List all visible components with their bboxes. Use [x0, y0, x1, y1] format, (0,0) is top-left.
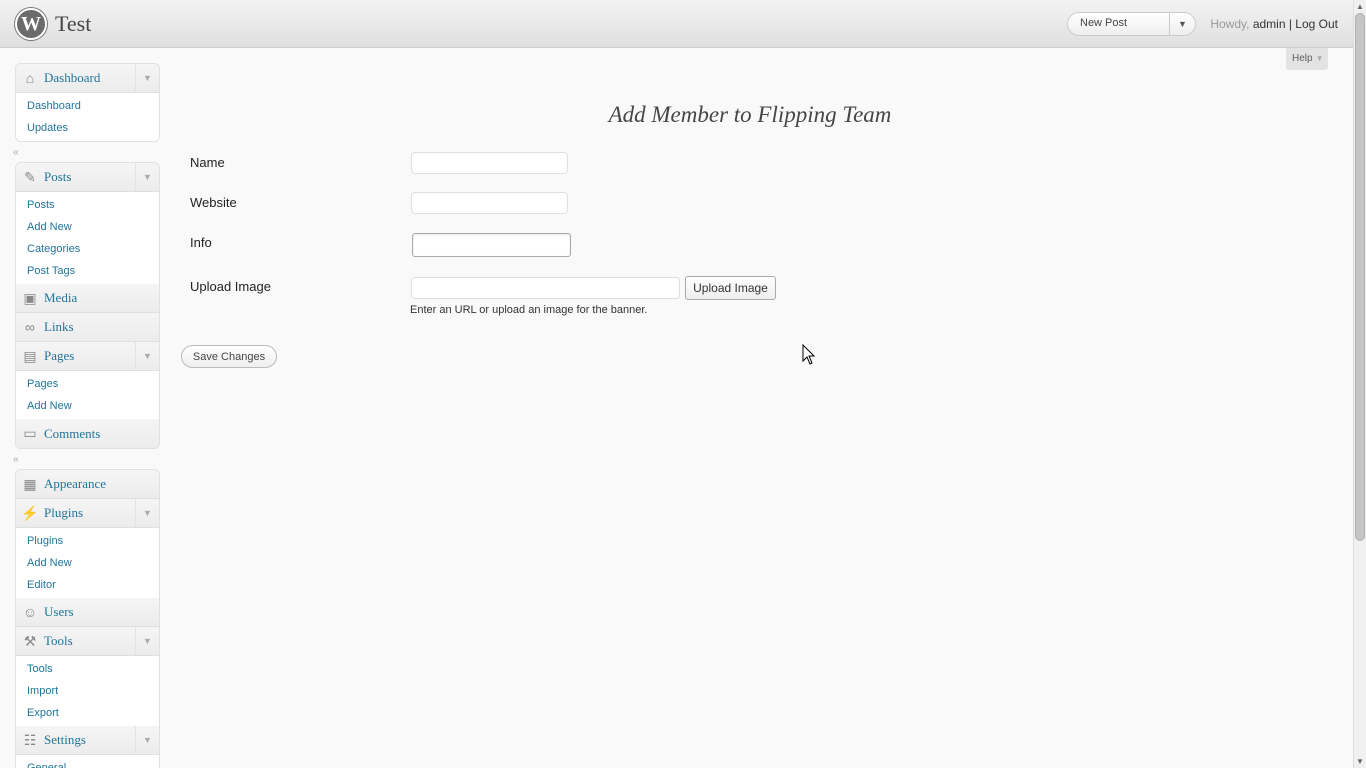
menu-toggle-icon[interactable]: ▼: [135, 163, 159, 191]
upload-image-button[interactable]: Upload Image: [685, 276, 776, 300]
submenu-item-dashboard[interactable]: Dashboard: [16, 95, 159, 117]
new-post-link[interactable]: New Post: [1080, 17, 1127, 29]
submenu-item-posts[interactable]: Posts: [16, 194, 159, 216]
submenu-plugins: Plugins Add New Editor: [16, 528, 159, 598]
submenu-item-tools[interactable]: Tools: [16, 658, 159, 680]
submenu-item-editor[interactable]: Editor: [16, 574, 159, 596]
submenu-item-import[interactable]: Import: [16, 680, 159, 702]
mouse-cursor-icon: [802, 344, 816, 365]
website-input[interactable]: [411, 192, 568, 214]
appearance-icon: ▦: [23, 475, 37, 492]
submenu-item-add-new-plugin[interactable]: Add New: [16, 552, 159, 574]
menu-settings[interactable]: ☷ Settings ▼: [16, 726, 159, 755]
tools-icon: ⚒: [23, 632, 37, 649]
home-icon: ⌂: [25, 70, 35, 86]
menu-plugins-label: Plugins: [44, 505, 84, 520]
user-info: Howdy, admin | Log Out: [1210, 17, 1338, 31]
pages-icon: ▤: [23, 347, 37, 364]
menu-users[interactable]: ☺ Users: [16, 598, 159, 627]
menu-dashboard[interactable]: ⌂ Dashboard ▼: [16, 64, 159, 93]
name-input[interactable]: [411, 152, 568, 174]
menu-posts[interactable]: ✎ Posts ▼: [16, 163, 159, 192]
settings-icon: ☷: [23, 731, 37, 748]
name-label: Name: [190, 155, 225, 170]
chevron-down-icon[interactable]: ▼: [1169, 13, 1195, 35]
help-tab[interactable]: Help ▼: [1286, 48, 1328, 70]
info-label: Info: [190, 235, 212, 250]
username-link[interactable]: admin: [1253, 17, 1286, 31]
scroll-down-icon[interactable]: ▼: [1356, 757, 1364, 766]
link-icon: ∞: [25, 319, 35, 335]
menu-separator[interactable]: «: [13, 142, 160, 162]
submenu-item-updates[interactable]: Updates: [16, 117, 159, 139]
chevron-down-icon: ▼: [1315, 54, 1324, 63]
upload-hint-text: Enter an URL or upload an image for the …: [410, 304, 648, 316]
submenu-item-post-tags[interactable]: Post Tags: [16, 260, 159, 282]
scroll-up-icon[interactable]: ▲: [1356, 2, 1364, 11]
logout-link[interactable]: Log Out: [1295, 17, 1338, 31]
menu-dashboard-label: Dashboard: [44, 70, 101, 85]
separator-text: |: [1285, 17, 1296, 31]
pushpin-icon: ✎: [24, 168, 36, 185]
scrollbar-thumb[interactable]: [1355, 13, 1365, 541]
menu-comments[interactable]: ▭ Comments: [16, 419, 159, 448]
vertical-scrollbar[interactable]: ▲ ▼: [1353, 0, 1366, 768]
submenu-item-plugins[interactable]: Plugins: [16, 530, 159, 552]
menu-appearance[interactable]: ▦ Appearance: [16, 470, 159, 499]
submenu-pages: Pages Add New: [16, 371, 159, 419]
menu-links[interactable]: ∞ Links: [16, 313, 159, 342]
menu-group-content: ✎ Posts ▼ Posts Add New Categories Post …: [15, 162, 160, 449]
menu-separator[interactable]: «: [13, 449, 160, 469]
menu-toggle-icon[interactable]: ▼: [135, 627, 159, 655]
menu-pages-label: Pages: [44, 348, 75, 363]
submenu-item-pages[interactable]: Pages: [16, 373, 159, 395]
upload-image-label: Upload Image: [190, 279, 271, 294]
menu-users-label: Users: [44, 604, 74, 619]
menu-settings-label: Settings: [44, 732, 86, 747]
menu-toggle-icon[interactable]: ▼: [135, 342, 159, 370]
page-title: Add Member to Flipping Team: [608, 102, 892, 127]
plug-icon: ⚡: [21, 504, 39, 521]
menu-tools-label: Tools: [44, 633, 73, 648]
users-icon: ☺: [22, 604, 38, 620]
website-label: Website: [190, 195, 237, 210]
menu-plugins[interactable]: ⚡ Plugins ▼: [16, 499, 159, 528]
menu-posts-label: Posts: [44, 169, 72, 184]
menu-group-dashboard: ⌂ Dashboard ▼ Dashboard Updates: [15, 63, 160, 142]
submenu-dashboard: Dashboard Updates: [16, 93, 159, 141]
wordpress-logo-icon[interactable]: W: [15, 8, 47, 40]
submenu-item-general[interactable]: General: [16, 757, 159, 768]
submenu-tools: Tools Import Export: [16, 656, 159, 726]
submenu-settings: General: [16, 755, 159, 768]
submenu-posts: Posts Add New Categories Post Tags: [16, 192, 159, 284]
greeting-text: Howdy,: [1210, 17, 1253, 31]
submenu-item-categories[interactable]: Categories: [16, 238, 159, 260]
info-input[interactable]: [412, 233, 571, 257]
menu-media-label: Media: [44, 290, 78, 305]
media-icon: ▣: [23, 289, 37, 306]
menu-comments-label: Comments: [44, 425, 101, 441]
menu-toggle-icon[interactable]: ▼: [135, 499, 159, 527]
menu-pages[interactable]: ▤ Pages ▼: [16, 342, 159, 371]
favorite-actions-dropdown[interactable]: New Post ▼: [1067, 12, 1196, 36]
admin-sidebar: ⌂ Dashboard ▼ Dashboard Updates « ✎ Post…: [13, 63, 160, 768]
menu-links-label: Links: [44, 319, 74, 334]
admin-header: W Test New Post ▼ Howdy, admin | Log Out: [0, 0, 1353, 48]
menu-tools[interactable]: ⚒ Tools ▼: [16, 627, 159, 656]
help-label: Help: [1292, 53, 1313, 64]
save-changes-button[interactable]: Save Changes: [181, 345, 277, 368]
submenu-item-export[interactable]: Export: [16, 702, 159, 724]
submenu-item-add-new-page[interactable]: Add New: [16, 395, 159, 417]
collapse-icon[interactable]: «: [13, 147, 19, 158]
menu-toggle-icon[interactable]: ▼: [135, 726, 159, 754]
upload-image-url-input[interactable]: [411, 277, 680, 299]
submenu-item-add-new-post[interactable]: Add New: [16, 216, 159, 238]
menu-toggle-icon[interactable]: ▼: [135, 64, 159, 92]
menu-media[interactable]: ▣ Media: [16, 284, 159, 313]
comment-icon: ▭: [23, 425, 37, 441]
collapse-icon[interactable]: «: [13, 454, 19, 465]
menu-group-admin: ▦ Appearance ⚡ Plugins ▼ Plugins Add New…: [15, 469, 160, 768]
site-title[interactable]: Test: [55, 11, 91, 37]
menu-appearance-label: Appearance: [44, 476, 107, 491]
